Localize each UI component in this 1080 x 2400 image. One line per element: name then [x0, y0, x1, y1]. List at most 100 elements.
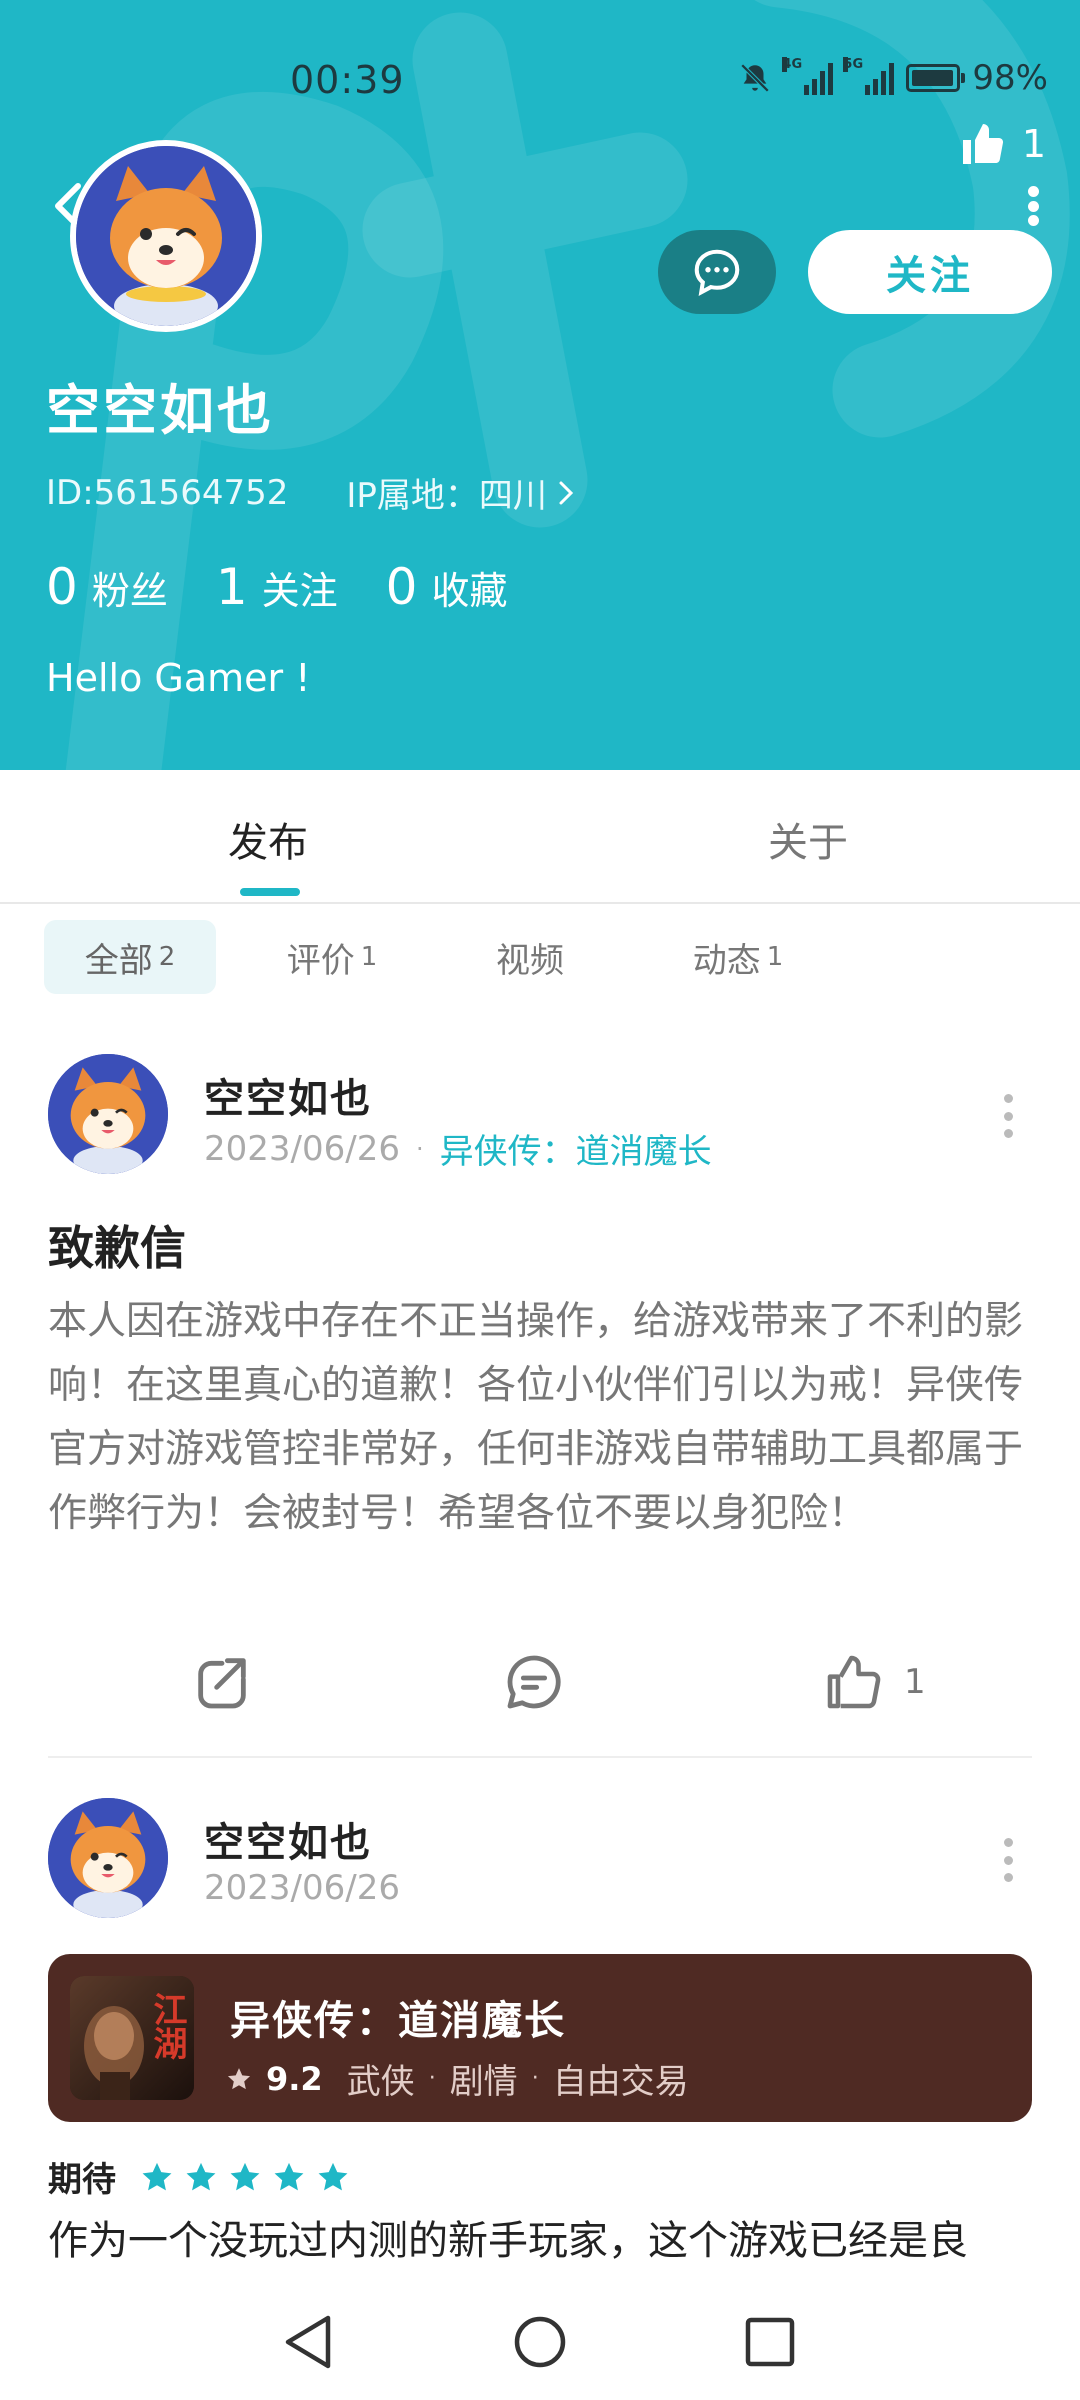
- follow-button[interactable]: 关注: [808, 230, 1052, 314]
- message-button[interactable]: [658, 230, 776, 314]
- filter-tabs: 全部 2 评价 1 视频 动态 1: [0, 920, 1080, 1000]
- shiba-dog-avatar-icon: [76, 146, 256, 326]
- profile-like-count: 1: [1021, 122, 1046, 166]
- avatar[interactable]: [70, 140, 262, 332]
- filter-moments[interactable]: 动态 1: [668, 920, 808, 994]
- filter-count: 2: [158, 942, 176, 972]
- stat-following[interactable]: 1 关注: [216, 558, 338, 616]
- stat-label: 关注: [261, 569, 338, 613]
- game-card[interactable]: 江湖 异侠传：道消魔长 9.2 武侠 · 剧情 · 自由交易: [48, 1954, 1032, 2122]
- post-meta: 2023/06/26 · 异侠传：道消魔长: [204, 1124, 712, 1173]
- stat-number: 0: [46, 558, 78, 616]
- status-icons: 4G 5G 98%: [738, 56, 1048, 100]
- rating-label: 期待: [48, 2160, 116, 2200]
- post-like-button[interactable]: 1: [822, 1650, 926, 1714]
- post-actions: 1: [0, 1640, 1080, 1720]
- meta-separator: ·: [415, 1134, 424, 1163]
- post-author-avatar[interactable]: [48, 1054, 168, 1174]
- post-author-name[interactable]: 空空如也: [204, 1066, 372, 1124]
- tag-separator: ·: [428, 2066, 436, 2091]
- rating-star-icon: [186, 2162, 216, 2190]
- tag-separator: ·: [531, 2066, 539, 2091]
- net-type-2: 5G: [843, 57, 864, 72]
- user-id: ID:561564752: [46, 472, 289, 513]
- tab-indicator: [240, 888, 300, 896]
- stat-favorites[interactable]: 0 收藏: [386, 558, 508, 616]
- shiba-dog-avatar-icon: [48, 1054, 168, 1174]
- filter-label: 评价: [286, 940, 355, 981]
- post-body: 本人因在游戏中存在不正当操作，给游戏带来了不利的影响！在这里真心的道歉！各位小伙…: [48, 1299, 1024, 1536]
- ip-location: IP属地：四川: [346, 476, 547, 516]
- post-like-count: 1: [904, 1662, 926, 1702]
- tab-publish[interactable]: 发布: [228, 810, 308, 868]
- rating-star-icon: [142, 2162, 172, 2190]
- battery-icon: [906, 64, 966, 92]
- filter-label: 全部: [84, 940, 153, 981]
- star-icon: [227, 2067, 251, 2089]
- stat-label: 粉丝: [91, 569, 168, 613]
- filter-label: 动态: [692, 940, 761, 981]
- game-icon-lettering: 江湖: [147, 1992, 187, 2060]
- signal-5g-icon: 5G: [843, 57, 895, 95]
- mute-bell-icon: [741, 63, 770, 93]
- filter-review[interactable]: 评价 1: [262, 920, 402, 994]
- system-nav-bar: [0, 2286, 1080, 2400]
- post-date: 2023/06/26: [204, 1868, 400, 1908]
- post-date: 2023/06/26: [204, 1128, 400, 1169]
- rating-row: 期待: [48, 2152, 350, 2201]
- post-author-name[interactable]: 空空如也: [204, 1810, 372, 1868]
- game-tag: 剧情: [449, 2062, 518, 2102]
- filter-video[interactable]: 视频: [470, 920, 590, 994]
- review-text: 作为一个没玩过内测的新手玩家，这个游戏已经是良: [48, 2218, 968, 2264]
- post-author-avatar[interactable]: [48, 1798, 168, 1918]
- signal-4g-icon: 4G: [782, 57, 834, 95]
- filter-all[interactable]: 全部 2: [44, 920, 216, 994]
- rating-star-icon: [230, 2162, 260, 2190]
- rating-star-icon: [318, 2162, 348, 2190]
- filter-count: 1: [766, 942, 784, 972]
- game-app-icon: 江湖: [70, 1976, 194, 2100]
- stats-row: 0 粉丝 1 关注 0 收藏: [46, 558, 555, 616]
- share-icon[interactable]: [190, 1650, 254, 1714]
- game-tags: 9.2 武侠 · 剧情 · 自由交易: [226, 2054, 689, 2103]
- shiba-dog-avatar-icon: [48, 1798, 168, 1918]
- post-divider: [48, 1756, 1032, 1758]
- game-score: 9.2: [266, 2059, 323, 2098]
- game-name: 异侠传：道消魔长: [230, 1998, 566, 2044]
- profile-header: 00:39 4G 5G 98% 1 关注 空空如也 ID:561564752 I…: [0, 0, 1080, 770]
- post-game-link[interactable]: 异侠传：道消魔长: [440, 1124, 712, 1173]
- main-tabs: 发布 关于: [0, 770, 1080, 904]
- stat-fans[interactable]: 0 粉丝: [46, 558, 168, 616]
- battery-percent: 98%: [972, 58, 1048, 98]
- nav-home-icon[interactable]: [512, 2314, 568, 2370]
- post-title: 致歉信: [48, 1221, 186, 1275]
- stat-number: 1: [215, 558, 248, 616]
- more-options-icon[interactable]: [1020, 186, 1046, 226]
- comment-icon[interactable]: [502, 1650, 566, 1714]
- game-tag: 武侠: [346, 2062, 415, 2102]
- chat-bubble-icon: [694, 249, 740, 296]
- stat-label: 收藏: [431, 569, 508, 613]
- game-tag: 自由交易: [552, 2062, 689, 2102]
- rating-stars: [140, 2160, 350, 2194]
- chevron-right-icon: [559, 481, 574, 504]
- net-type-1: 4G: [782, 57, 803, 72]
- user-bio: Hello Gamer !: [46, 656, 311, 700]
- thumbs-up-outline-icon: [827, 1655, 881, 1709]
- filter-label: 视频: [496, 940, 564, 981]
- id-row: ID:561564752 IP属地：四川: [46, 468, 575, 517]
- status-time: 00:39: [290, 58, 405, 102]
- post-more-icon[interactable]: [1002, 1094, 1014, 1138]
- post-meta: 2023/06/26: [204, 1868, 400, 1908]
- stat-number: 0: [385, 558, 418, 616]
- nav-recents-icon[interactable]: [744, 2316, 796, 2368]
- nav-back-icon[interactable]: [280, 2312, 336, 2372]
- tab-about[interactable]: 关于: [768, 810, 848, 868]
- profile-like-button[interactable]: 1: [958, 120, 1046, 168]
- filter-count: 1: [360, 942, 378, 972]
- thumbs-up-icon: [962, 124, 1003, 164]
- rating-star-icon: [274, 2162, 304, 2190]
- post-more-icon[interactable]: [1002, 1838, 1014, 1882]
- ip-location-link[interactable]: IP属地：四川: [346, 468, 575, 517]
- user-name: 空空如也: [46, 379, 274, 442]
